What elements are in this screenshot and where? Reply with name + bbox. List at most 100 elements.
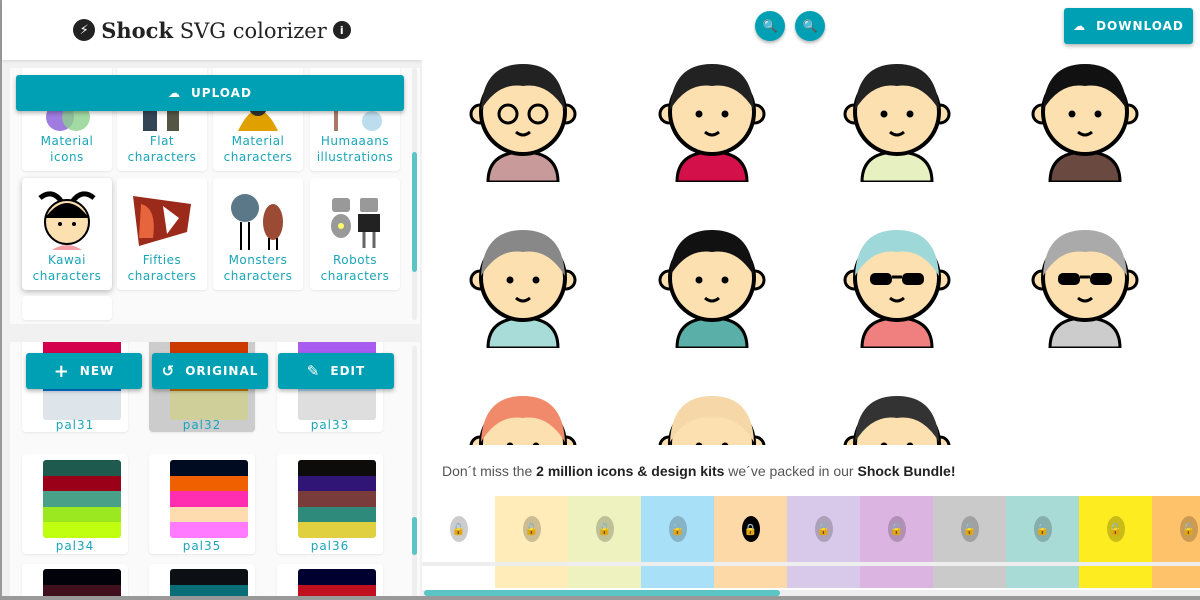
palette-name: pal31 (55, 418, 95, 432)
palette-color (43, 522, 121, 538)
color-column[interactable]: 🔒 (714, 496, 787, 588)
color-swatch[interactable] (714, 566, 787, 588)
color-swatch[interactable] (1152, 566, 1200, 588)
palette-swatch (43, 460, 121, 538)
palette-color (298, 491, 376, 507)
color-swatch[interactable] (860, 566, 933, 588)
color-column[interactable]: 🔓 (495, 496, 568, 588)
cloud-upload-icon: ☁ (168, 86, 182, 100)
palette-card[interactable]: pal34 (22, 454, 128, 554)
palette-name: pal35 (182, 539, 222, 553)
lock-open-icon[interactable]: 🔓 (449, 516, 468, 542)
avatar-character[interactable] (647, 218, 777, 348)
lock-open-icon[interactable]: 🔓 (814, 516, 833, 542)
palette-card[interactable] (277, 564, 383, 600)
category-thumbnail (231, 194, 283, 250)
palette-color (298, 506, 376, 523)
avatar-character[interactable] (458, 384, 588, 446)
color-column[interactable]: 🔓 (422, 496, 495, 588)
palette-card[interactable] (22, 564, 128, 600)
lock-open-icon[interactable]: 🔓 (960, 516, 979, 542)
category-card[interactable]: Kawai characters (22, 178, 112, 290)
color-column[interactable]: 🔓 (568, 496, 641, 588)
lock-open-icon[interactable]: 🔓 (887, 516, 906, 542)
category-label: Material icons (40, 134, 94, 164)
lock-open-icon[interactable]: 🔓 (522, 516, 541, 542)
avatar-character[interactable] (832, 52, 962, 182)
palette-color (43, 491, 121, 507)
color-swatch[interactable] (1006, 566, 1079, 588)
plus-icon: + (53, 360, 70, 382)
palette-name: pal33 (310, 418, 350, 432)
category-label: Kawai characters (32, 253, 102, 283)
palette-color (170, 390, 248, 420)
window-bottom-border (0, 596, 1200, 600)
palette-name: pal34 (55, 539, 95, 553)
original-palette-button[interactable]: ↺ ORIGINAL (152, 353, 268, 389)
category-label: Material characters (223, 134, 293, 164)
palette-card[interactable] (149, 564, 255, 600)
palette-color (43, 475, 121, 492)
palette-swatch (298, 460, 376, 538)
avatar-character[interactable] (832, 384, 962, 446)
category-label: Monsters characters (223, 253, 293, 283)
category-card[interactable]: Robots characters (310, 178, 400, 290)
color-swatch[interactable] (1079, 566, 1152, 588)
lock-open-icon[interactable]: 🔓 (1106, 516, 1125, 542)
color-swatch[interactable] (933, 566, 1006, 588)
main-canvas: 🔍 🔍 ☁ DOWNLOAD Don´t miss the 2 million i… (422, 0, 1200, 600)
category-label: Fifties characters (127, 253, 197, 283)
avatar-character[interactable] (832, 218, 962, 348)
palette-color (170, 491, 248, 507)
palette-card[interactable]: pal36 (277, 454, 383, 554)
color-column[interactable]: 🔓 (1006, 496, 1079, 588)
category-card[interactable]: Fifties characters (117, 178, 207, 290)
color-column[interactable]: 🔓 (933, 496, 1006, 588)
palette-scrollbar[interactable] (412, 346, 417, 600)
avatar-character[interactable] (1020, 52, 1150, 182)
color-swatch[interactable] (568, 566, 641, 588)
download-button[interactable]: ☁ DOWNLOAD (1064, 8, 1193, 44)
color-column[interactable]: 🔓 (1079, 496, 1152, 588)
lock-open-icon[interactable]: 🔓 (668, 516, 687, 542)
lock-open-icon[interactable]: 🔓 (1179, 516, 1198, 542)
color-column[interactable]: 🔓 (641, 496, 714, 588)
zoom-in-icon[interactable]: 🔍 (795, 11, 825, 41)
color-swatch[interactable] (422, 566, 495, 588)
zoom-out-icon[interactable]: 🔍 (755, 11, 785, 41)
upload-button[interactable]: ☁ UPLOAD (16, 75, 404, 111)
promo-banner[interactable]: Don´t miss the 2 million icons & design … (442, 463, 956, 479)
color-column[interactable]: 🔓 (1152, 496, 1200, 588)
lock-closed-icon[interactable]: 🔒 (741, 516, 760, 542)
avatar-character[interactable] (458, 218, 588, 348)
new-palette-button[interactable]: + NEW (26, 353, 142, 389)
avatar-character[interactable] (1020, 218, 1150, 348)
category-card[interactable]: Monsters characters (213, 178, 303, 290)
color-column[interactable]: 🔓 (860, 496, 933, 588)
category-scrollbar[interactable] (412, 68, 417, 320)
info-icon[interactable]: i (332, 21, 351, 39)
palette-color (170, 460, 248, 476)
lock-open-icon[interactable]: 🔓 (1033, 516, 1052, 542)
avatar-character[interactable] (647, 384, 777, 446)
color-column[interactable]: 🔓 (787, 496, 860, 588)
category-label: Flat characters (127, 134, 197, 164)
palette-name: pal36 (310, 539, 350, 553)
avatar-character[interactable] (647, 52, 777, 182)
palette-card[interactable]: pal35 (149, 454, 255, 554)
color-swatch[interactable] (787, 566, 860, 588)
category-card[interactable] (22, 296, 112, 320)
app-header: ⚡ Shock SVG colorizer i (2, 0, 422, 60)
left-sidebar: ⚡ Shock SVG colorizer i ☁ UPLOAD Material… (0, 0, 422, 600)
lock-open-icon[interactable]: 🔓 (595, 516, 614, 542)
palette-color (298, 460, 376, 476)
cloud-download-icon: ☁ (1073, 19, 1087, 33)
palette-color (170, 506, 248, 523)
edit-palette-button[interactable]: ✎ EDIT (278, 353, 394, 389)
palette-color (43, 390, 121, 420)
color-swatch[interactable] (641, 566, 714, 588)
palette-color (43, 506, 121, 523)
banner-area: Don´t miss the 2 million icons & design … (422, 445, 1200, 495)
color-swatch[interactable] (495, 566, 568, 588)
avatar-character[interactable] (458, 52, 588, 182)
